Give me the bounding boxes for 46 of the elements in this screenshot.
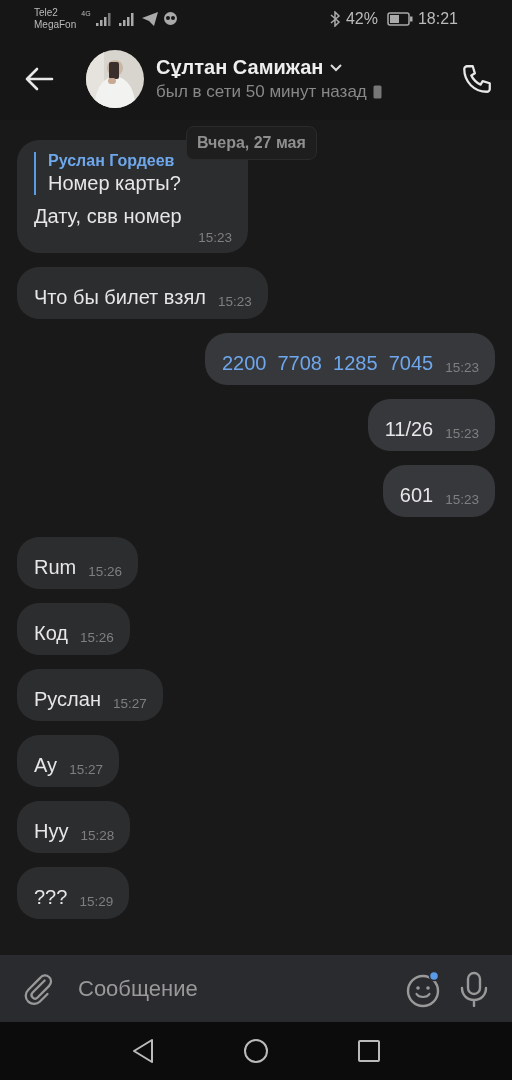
message-text: 11/26	[384, 418, 434, 441]
message-time: 15:27	[69, 762, 103, 777]
message-text: Код	[34, 622, 68, 645]
reply-quote[interactable]: Руслан Гордеев Номер карты?	[34, 152, 232, 195]
microphone-icon[interactable]	[458, 970, 490, 1007]
reply-text: Номер карты?	[48, 172, 182, 195]
battery-percent: 42%	[345, 10, 378, 28]
back-nav-icon[interactable]	[131, 1038, 155, 1064]
last-seen-status: был в сети 50 минут назад	[156, 82, 367, 102]
recents-nav-icon[interactable]	[357, 1039, 381, 1063]
message-time: 15:23	[198, 230, 232, 245]
message-time: 15:23	[445, 360, 479, 375]
message-time: 15:26	[88, 564, 123, 579]
message-text: Нуу	[34, 820, 69, 843]
carrier-name: Tele2	[34, 7, 59, 19]
message-time: 15:26	[80, 630, 114, 645]
message-text: Дату, свв номер	[34, 205, 183, 228]
message-text: 601	[399, 484, 434, 507]
phone-device-icon	[372, 85, 382, 99]
phone-call-icon[interactable]	[460, 62, 494, 96]
message-text: Ау	[34, 754, 58, 777]
signal-icon	[95, 12, 114, 26]
message-text: Руслан	[34, 688, 101, 711]
chevron-down-icon[interactable]	[329, 62, 344, 73]
message-text: Rum	[34, 556, 77, 579]
message-time: 15:23	[445, 426, 479, 441]
home-nav-icon[interactable]	[243, 1038, 269, 1064]
message-time: 15:23	[445, 492, 479, 507]
bluetooth-icon	[328, 11, 341, 27]
message-text: Что бы билет взял	[34, 286, 206, 309]
message-time: 15:23	[217, 294, 252, 309]
clock: 18:21	[417, 10, 458, 28]
date-badge: Вчера, 27 мая	[186, 126, 317, 160]
message-composer[interactable]: Сообщение	[0, 955, 512, 1022]
carrier-name: MegaFon	[34, 19, 77, 31]
paper-plane-icon	[141, 12, 158, 26]
battery-icon	[386, 12, 413, 26]
message-text: ???	[34, 886, 68, 909]
message-time: 15:29	[79, 894, 114, 909]
contact-name[interactable]: Сұлтан Самижан	[156, 56, 324, 79]
reply-author: Руслан Гордеев	[48, 152, 176, 170]
message-time: 15:28	[80, 828, 115, 843]
back-arrow-icon[interactable]	[24, 67, 54, 91]
card-number-link[interactable]: 2200 7708 1285 7045	[221, 352, 434, 375]
message-time: 15:27	[112, 696, 147, 711]
signal-icon	[118, 12, 137, 26]
